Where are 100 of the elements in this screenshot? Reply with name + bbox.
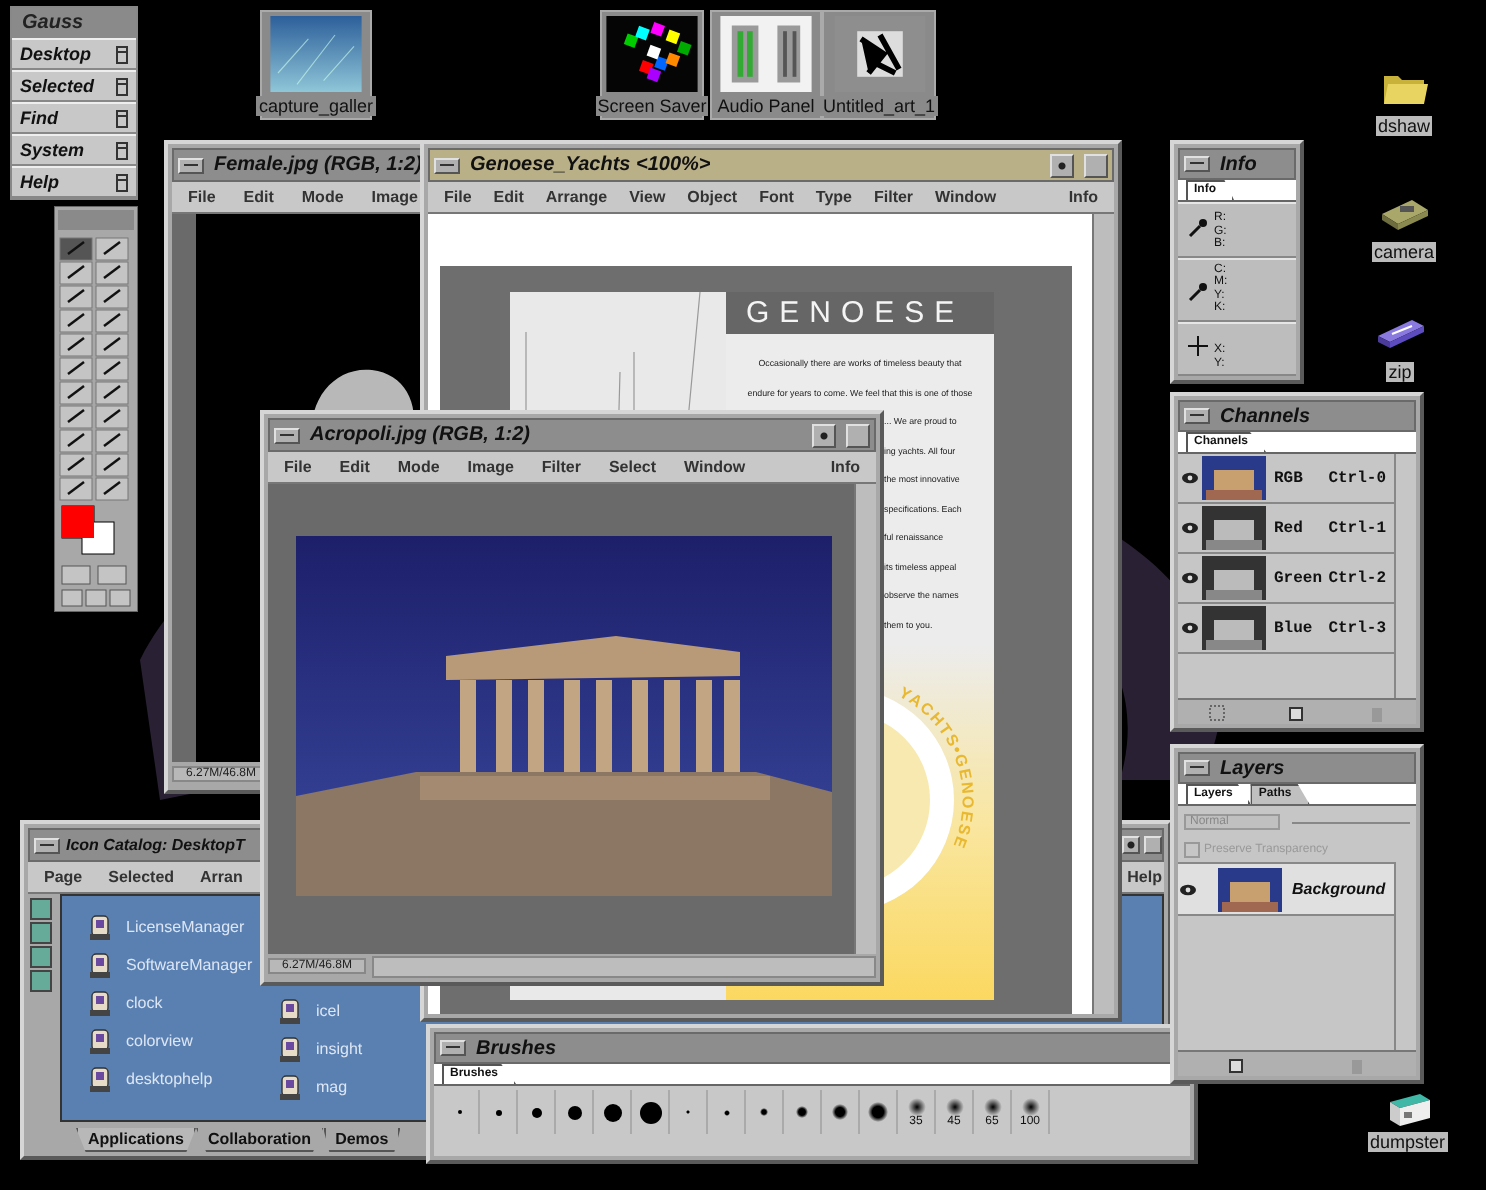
brush-tip-icon[interactable] xyxy=(796,1106,808,1118)
toolchest-item[interactable]: Find xyxy=(12,102,136,134)
eye-icon[interactable] xyxy=(1182,622,1198,634)
eye-icon[interactable] xyxy=(1182,522,1198,534)
maximize-button[interactable] xyxy=(846,423,870,447)
drawer-icon[interactable] xyxy=(116,77,128,95)
eye-icon[interactable] xyxy=(1182,472,1198,484)
brush-tip-icon[interactable] xyxy=(723,1109,729,1115)
menu-item[interactable]: Window xyxy=(684,458,746,476)
menu-item[interactable]: Edit xyxy=(243,188,274,206)
icon-tile[interactable]: Untitled_art_1 xyxy=(822,10,936,120)
toolchest-item[interactable]: System xyxy=(12,134,136,166)
horizontal-scrollbar[interactable] xyxy=(372,955,876,977)
application-icon[interactable] xyxy=(86,911,114,941)
image-thumbnail-icon[interactable] xyxy=(270,16,362,92)
menu-item[interactable]: Mode xyxy=(397,458,440,476)
menu-item[interactable]: Filter xyxy=(873,188,914,206)
window-menu-button[interactable] xyxy=(440,1040,466,1056)
minimize-button[interactable] xyxy=(1050,153,1074,177)
new-channel-icon[interactable] xyxy=(1287,703,1306,721)
tool-palette-drawing[interactable] xyxy=(54,206,138,612)
window-menu-button[interactable] xyxy=(1184,156,1210,172)
icon-label: SoftwareManager xyxy=(126,955,253,973)
tab[interactable]: Applications xyxy=(76,1128,197,1152)
menu-item[interactable]: View xyxy=(629,188,666,206)
new-layer-icon[interactable] xyxy=(1228,1055,1247,1073)
application-icon[interactable] xyxy=(276,1071,304,1101)
eye-icon[interactable] xyxy=(1180,883,1196,895)
icon-label: Screen Saver xyxy=(595,96,709,116)
toolchest-item[interactable]: Selected xyxy=(12,70,136,102)
window-menu-button[interactable] xyxy=(1184,760,1210,776)
colored-squares-icon[interactable] xyxy=(606,16,698,92)
menu-item[interactable]: File xyxy=(188,188,216,206)
menu-item[interactable]: Arrange xyxy=(545,188,608,206)
menu-item[interactable]: Type xyxy=(815,188,852,206)
view-toggle-icon[interactable] xyxy=(30,922,52,944)
menu-item[interactable]: Page xyxy=(44,868,83,886)
icon-tile[interactable]: Audio Panel xyxy=(710,10,822,120)
menu-item[interactable]: Image xyxy=(467,458,514,476)
window-menu-button[interactable] xyxy=(274,427,300,443)
brush-tip-icon[interactable] xyxy=(945,1097,963,1115)
application-icon[interactable] xyxy=(86,1063,114,1093)
application-icon[interactable] xyxy=(86,1025,114,1055)
menu-item[interactable]: Mode xyxy=(301,188,344,206)
menu-item[interactable]: Help xyxy=(1127,868,1162,886)
menu-item[interactable]: Selected xyxy=(108,868,175,886)
view-toggle-icon[interactable] xyxy=(30,970,52,992)
toolchest-item[interactable]: Help xyxy=(12,166,136,198)
brush-tip-icon[interactable] xyxy=(760,1108,768,1116)
window-menu-button[interactable] xyxy=(178,157,204,173)
window-menu-button[interactable] xyxy=(1184,408,1210,424)
menu-item[interactable]: Select xyxy=(608,458,657,476)
application-icon[interactable] xyxy=(276,995,304,1025)
menu-item[interactable]: Info xyxy=(830,458,860,476)
tab[interactable]: Collaboration xyxy=(196,1128,324,1152)
mixer-panel-icon[interactable] xyxy=(720,16,812,92)
brush-tip-icon[interactable] xyxy=(603,1103,621,1121)
brush-tip-icon[interactable] xyxy=(639,1101,661,1123)
menu-item[interactable]: Image xyxy=(371,188,418,206)
menu-item[interactable]: Object xyxy=(687,188,738,206)
application-icon[interactable] xyxy=(276,1033,304,1063)
menu-item[interactable]: Edit xyxy=(493,188,524,206)
window-menu-button[interactable] xyxy=(434,157,460,173)
drawer-icon[interactable] xyxy=(116,141,128,159)
brush-tip-icon[interactable] xyxy=(567,1105,581,1119)
drawer-icon[interactable] xyxy=(116,173,128,191)
icon-tile[interactable]: Screen Saver xyxy=(600,10,704,120)
menu-item[interactable]: Info xyxy=(1068,188,1098,206)
vertical-scrollbar[interactable] xyxy=(854,484,876,954)
brush-tip-icon[interactable] xyxy=(1021,1097,1039,1115)
brush-tip-icon[interactable] xyxy=(907,1097,925,1115)
eye-icon[interactable] xyxy=(1182,572,1198,584)
menu-item[interactable]: Font xyxy=(759,188,794,206)
brush-tip-icon[interactable] xyxy=(531,1107,541,1117)
menu-item[interactable]: File xyxy=(444,188,472,206)
menu-item[interactable]: Edit xyxy=(339,458,370,476)
brush-tip-icon[interactable] xyxy=(983,1097,1001,1115)
menu-item[interactable]: File xyxy=(284,458,312,476)
application-icon[interactable] xyxy=(86,949,114,979)
drawer-icon[interactable] xyxy=(116,45,128,63)
view-toggle-icon[interactable] xyxy=(30,946,52,968)
icon-label: clock xyxy=(126,993,163,1011)
vertical-scrollbar[interactable] xyxy=(1092,214,1114,1014)
menu-item[interactable]: Window xyxy=(935,188,997,206)
tab[interactable]: Demos xyxy=(323,1128,401,1152)
window-menu-button[interactable] xyxy=(34,837,60,853)
application-icon[interactable] xyxy=(86,987,114,1017)
menu-item[interactable]: Arran xyxy=(200,868,243,886)
drawer-icon[interactable] xyxy=(116,109,128,127)
view-toggle-icon[interactable] xyxy=(30,898,52,920)
icon-tile[interactable]: capture_galler xyxy=(260,10,372,120)
brush-tip-icon[interactable] xyxy=(495,1109,501,1115)
brush-tip-icon[interactable] xyxy=(832,1104,848,1120)
minimize-button[interactable] xyxy=(1122,836,1140,854)
maximize-button[interactable] xyxy=(1084,153,1108,177)
toolchest-item[interactable]: Desktop xyxy=(12,38,136,70)
minimize-button[interactable] xyxy=(812,423,836,447)
selection-icon[interactable] xyxy=(1208,703,1227,721)
maximize-button[interactable] xyxy=(1144,836,1162,854)
menu-item[interactable]: Filter xyxy=(541,458,581,476)
